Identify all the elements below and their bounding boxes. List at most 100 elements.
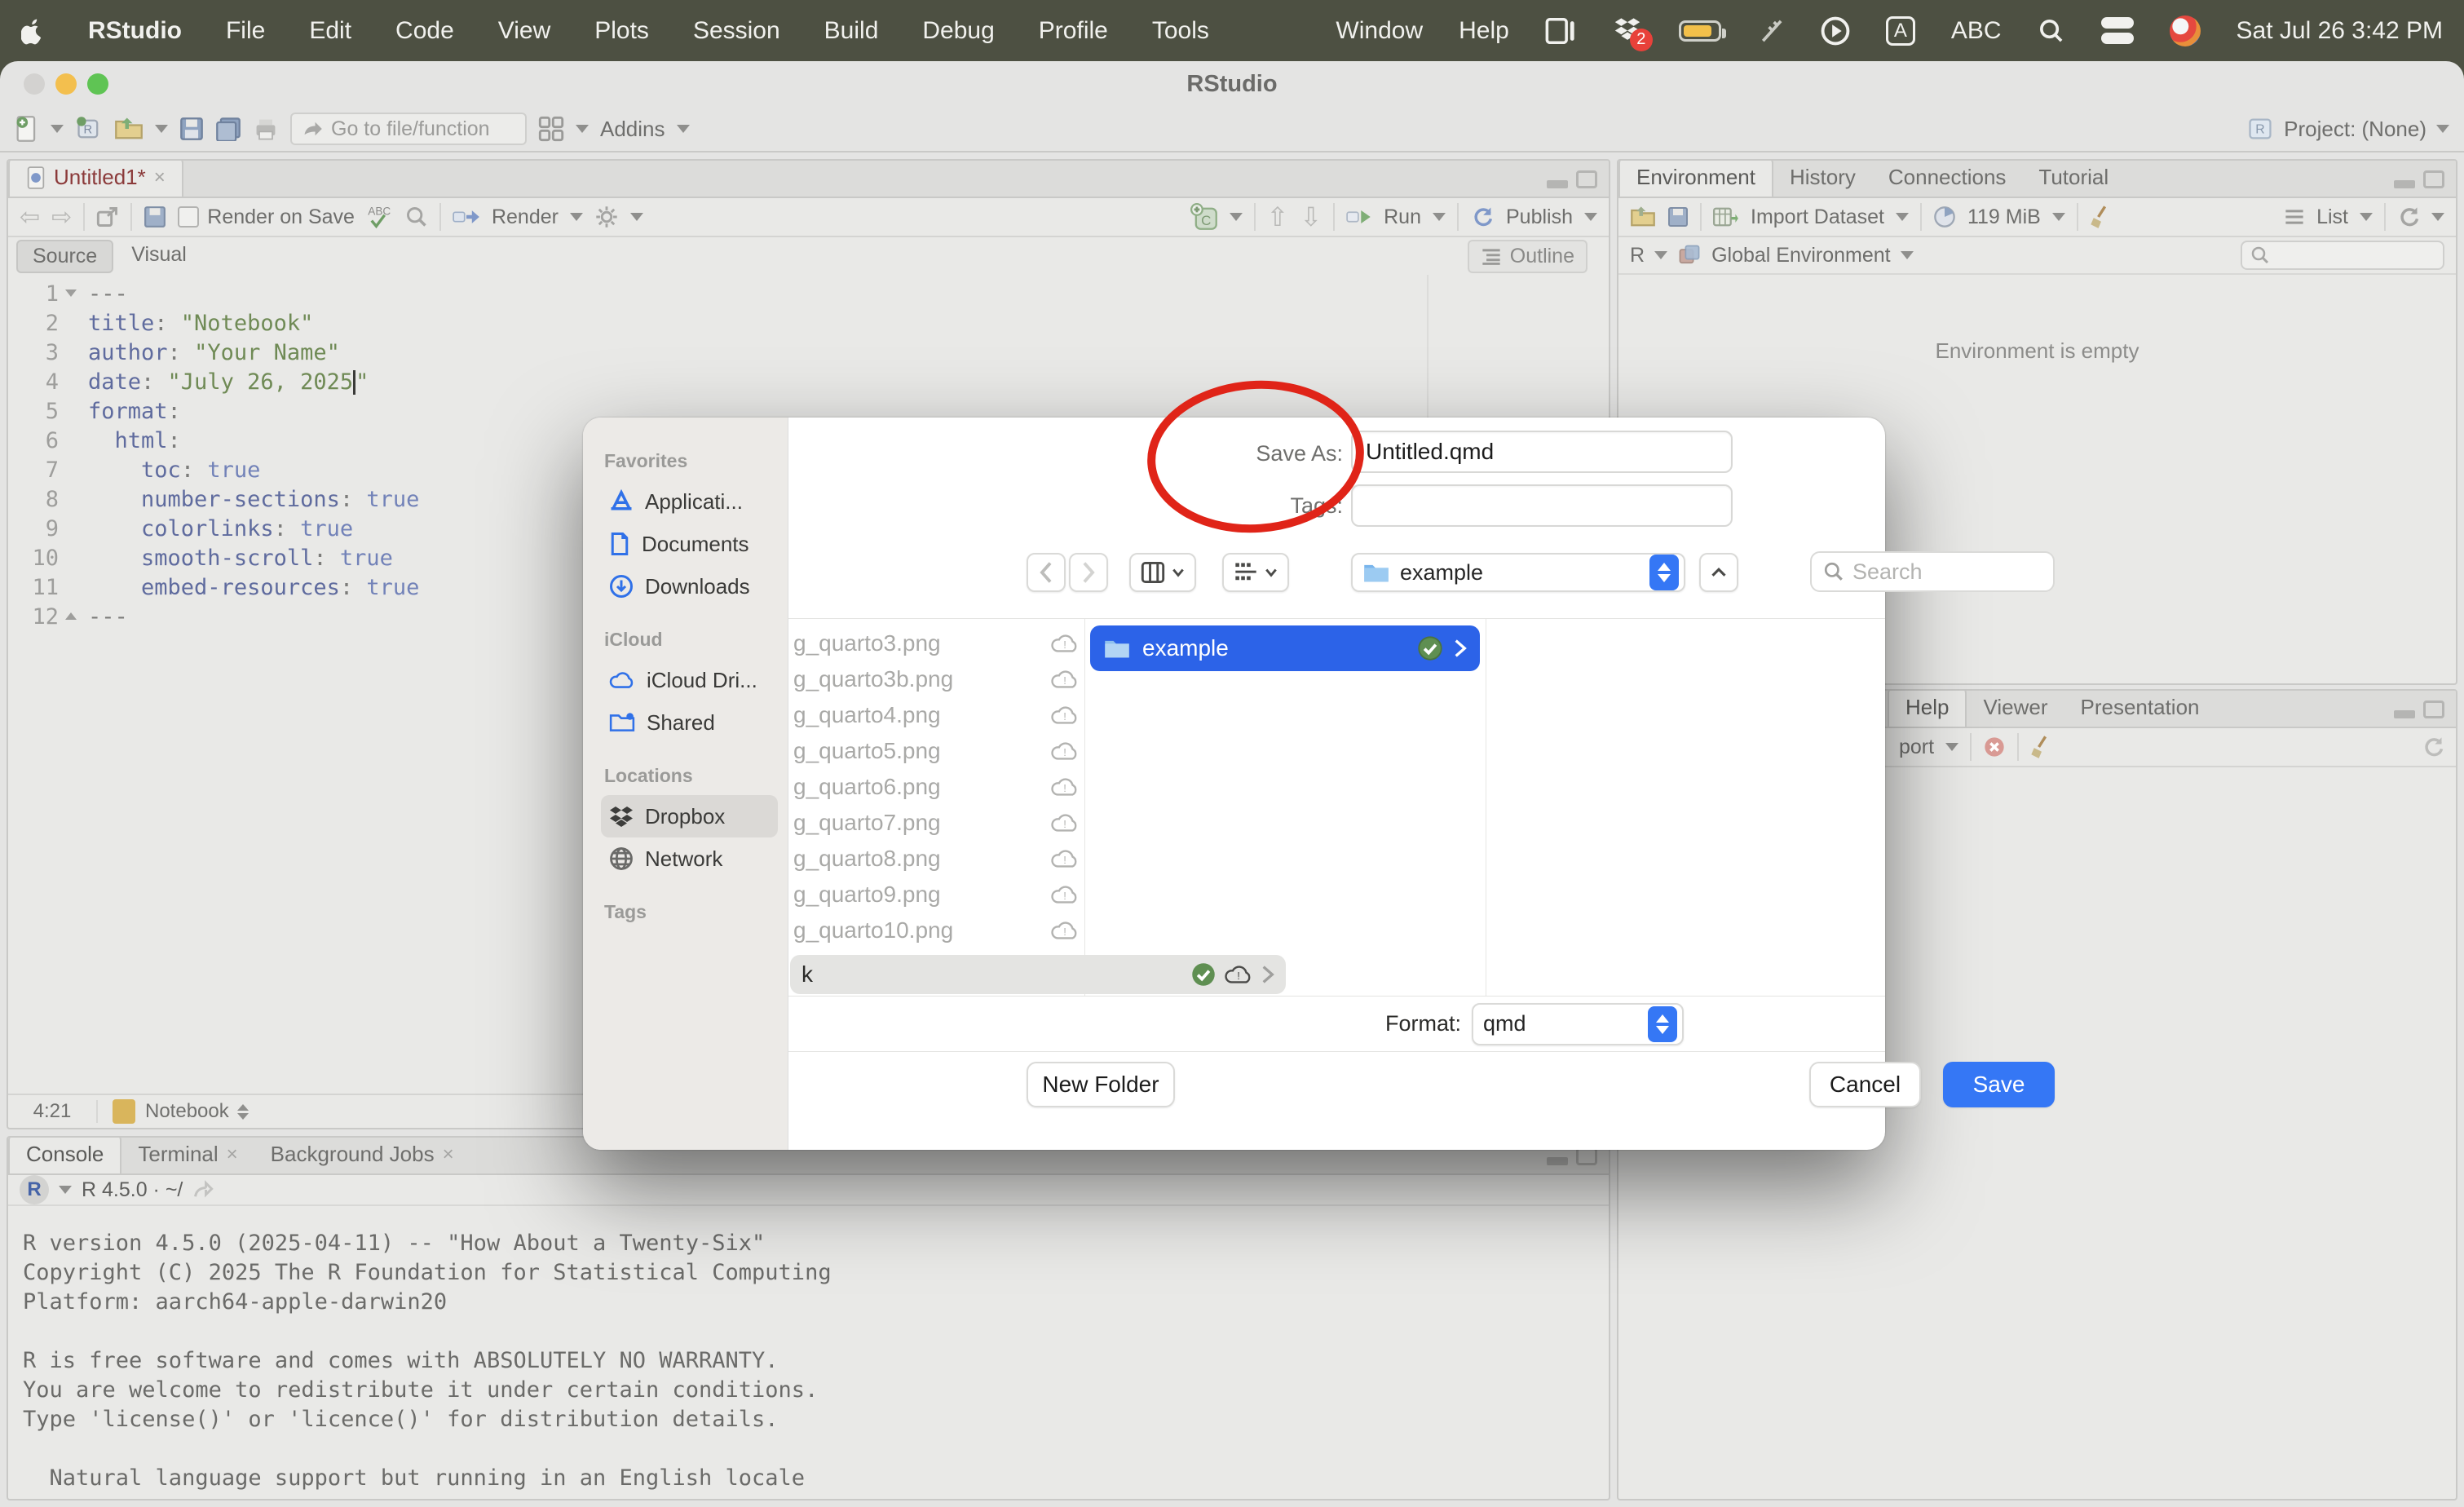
addins-button[interactable]: Addins	[600, 117, 665, 142]
run-caret[interactable]	[1433, 213, 1446, 221]
remove-plot-icon[interactable]	[1983, 736, 2006, 758]
file-row[interactable]: g_quarto9.png!	[788, 877, 1084, 913]
menu-item-view[interactable]: View	[498, 17, 550, 45]
cancel-button[interactable]: Cancel	[1809, 1062, 1921, 1107]
insert-chunk-icon[interactable]: C	[1190, 203, 1218, 231]
run-button[interactable]: Run	[1384, 206, 1421, 229]
import-dataset-caret[interactable]	[1896, 213, 1909, 221]
file-row[interactable]: g_quarto3b.png!	[788, 661, 1084, 697]
panes-grid-icon[interactable]	[538, 116, 564, 142]
help-refresh-icon[interactable]	[2422, 736, 2444, 758]
control-center-icon[interactable]	[2101, 17, 2134, 44]
file-row[interactable]: g_quarto3.png!	[788, 625, 1084, 661]
settings-caret[interactable]	[630, 213, 643, 221]
pen-icon[interactable]	[1757, 17, 1785, 45]
new-file-icon[interactable]	[15, 115, 39, 143]
sidebar-item-applicati[interactable]: Applicati...	[601, 480, 778, 523]
save-all-icon[interactable]	[215, 117, 241, 141]
memory-usage-label[interactable]: 119 MiB	[1967, 206, 2041, 229]
sidebar-item-shared[interactable]: Shared	[601, 701, 778, 744]
column-view-button[interactable]	[1129, 553, 1196, 592]
tab-background-jobs[interactable]: Background Jobs×	[254, 1136, 470, 1173]
tab-tutorial[interactable]: Tutorial	[2022, 159, 2125, 197]
menu-item-code[interactable]: Code	[395, 17, 454, 45]
path-selector[interactable]: example	[1351, 553, 1685, 592]
sidebar-item-iclouddri[interactable]: iCloud Dri...	[601, 659, 778, 701]
spellcheck-icon[interactable]: ABC	[366, 204, 394, 230]
language-selector[interactable]: R	[1630, 244, 1645, 267]
render-on-save-toggle[interactable]: Render on Save	[178, 206, 355, 229]
project-selector[interactable]: R Project: (None)	[2246, 115, 2449, 143]
file-row[interactable]: g_quarto6.png!	[788, 769, 1084, 805]
render-settings-gear-icon[interactable]	[594, 205, 619, 229]
export-caret[interactable]	[1945, 743, 1958, 751]
close-tab-icon[interactable]: ×	[154, 166, 166, 189]
tab-presentation[interactable]: Presentation	[2064, 689, 2216, 727]
menu-item-plots[interactable]: Plots	[594, 17, 649, 45]
render-button[interactable]: Render	[492, 206, 559, 229]
refresh-caret[interactable]	[2431, 213, 2444, 221]
file-row[interactable]: g_quarto4.png!	[788, 697, 1084, 733]
render-icon[interactable]	[453, 206, 480, 228]
go-prev-chunk-icon[interactable]: ⇧	[1267, 201, 1289, 232]
menu-item-tools[interactable]: Tools	[1152, 17, 1209, 45]
menu-item-help[interactable]: Help	[1459, 17, 1509, 45]
group-view-button[interactable]	[1222, 553, 1289, 592]
popout-icon[interactable]	[96, 206, 119, 228]
input-source-label[interactable]: ABC	[1951, 17, 2002, 45]
close-tab-icon[interactable]: ×	[227, 1143, 238, 1166]
outline-button[interactable]: Outline	[1468, 240, 1587, 273]
menu-item-file[interactable]: File	[226, 17, 265, 45]
tab-history[interactable]: History	[1773, 159, 1872, 197]
list-view-button[interactable]: List	[2316, 206, 2348, 229]
up-folder-button[interactable]	[1699, 553, 1738, 592]
clear-broom-icon[interactable]	[2090, 205, 2113, 229]
print-icon[interactable]	[253, 117, 279, 141]
r-version-caret[interactable]	[59, 1186, 72, 1194]
open-file-caret[interactable]	[155, 125, 168, 133]
menu-item-profile[interactable]: Profile	[1039, 17, 1108, 45]
save-button[interactable]: Save	[1943, 1062, 2055, 1107]
input-source-icon[interactable]: A	[1886, 16, 1915, 46]
run-icon[interactable]	[1346, 206, 1372, 228]
env-save-icon[interactable]	[1667, 206, 1689, 228]
addins-caret[interactable]	[677, 125, 690, 133]
current-folder-row[interactable]: k !	[790, 955, 1286, 994]
forward-icon[interactable]: ⇨	[51, 203, 72, 232]
tab-terminal[interactable]: Terminal×	[121, 1136, 254, 1173]
insert-chunk-caret[interactable]	[1230, 213, 1243, 221]
tab-environment[interactable]: Environment	[1618, 159, 1773, 197]
menu-item-build[interactable]: Build	[824, 17, 879, 45]
apple-menu-icon[interactable]	[21, 17, 44, 45]
publish-icon[interactable]	[1470, 205, 1495, 229]
file-row[interactable]: g_quarto8.png!	[788, 841, 1084, 877]
refresh-icon[interactable]	[2397, 206, 2420, 228]
sidecar-icon[interactable]	[1545, 17, 1576, 45]
panes-caret[interactable]	[576, 125, 589, 133]
dialog-search-box[interactable]: Search	[1810, 551, 2055, 592]
go-next-chunk-icon[interactable]: ⇩	[1300, 201, 1322, 232]
fold-up-icon[interactable]	[65, 612, 77, 620]
tab-viewer[interactable]: Viewer	[1967, 689, 2064, 727]
help-minmax[interactable]	[2394, 700, 2444, 718]
sidebar-item-downloads[interactable]: Downloads	[601, 565, 778, 608]
import-dataset-button[interactable]: Import Dataset	[1751, 206, 1884, 229]
mode-tab-source[interactable]: Source	[16, 240, 113, 273]
publish-caret[interactable]	[1584, 213, 1597, 221]
console-minmax[interactable]	[1547, 1147, 1597, 1165]
save-as-input[interactable]: Untitled.qmd	[1351, 431, 1733, 473]
global-environment-selector[interactable]: Global Environment	[1711, 244, 1891, 267]
menu-item-debug[interactable]: Debug	[922, 17, 994, 45]
language-caret[interactable]	[1654, 251, 1667, 259]
tab-connections[interactable]: Connections	[1872, 159, 2023, 197]
spotlight-icon[interactable]	[2038, 17, 2065, 45]
tab-help[interactable]: Help	[1888, 689, 1967, 727]
sidebar-item-documents[interactable]: Documents	[601, 523, 778, 565]
open-file-icon[interactable]	[114, 116, 144, 142]
tags-input[interactable]	[1351, 484, 1733, 527]
menu-item-session[interactable]: Session	[693, 17, 780, 45]
selected-folder-row[interactable]: example	[1090, 625, 1480, 671]
global-environment-caret[interactable]	[1901, 251, 1914, 259]
new-project-icon[interactable]: R	[75, 115, 103, 143]
find-icon[interactable]	[405, 206, 428, 228]
